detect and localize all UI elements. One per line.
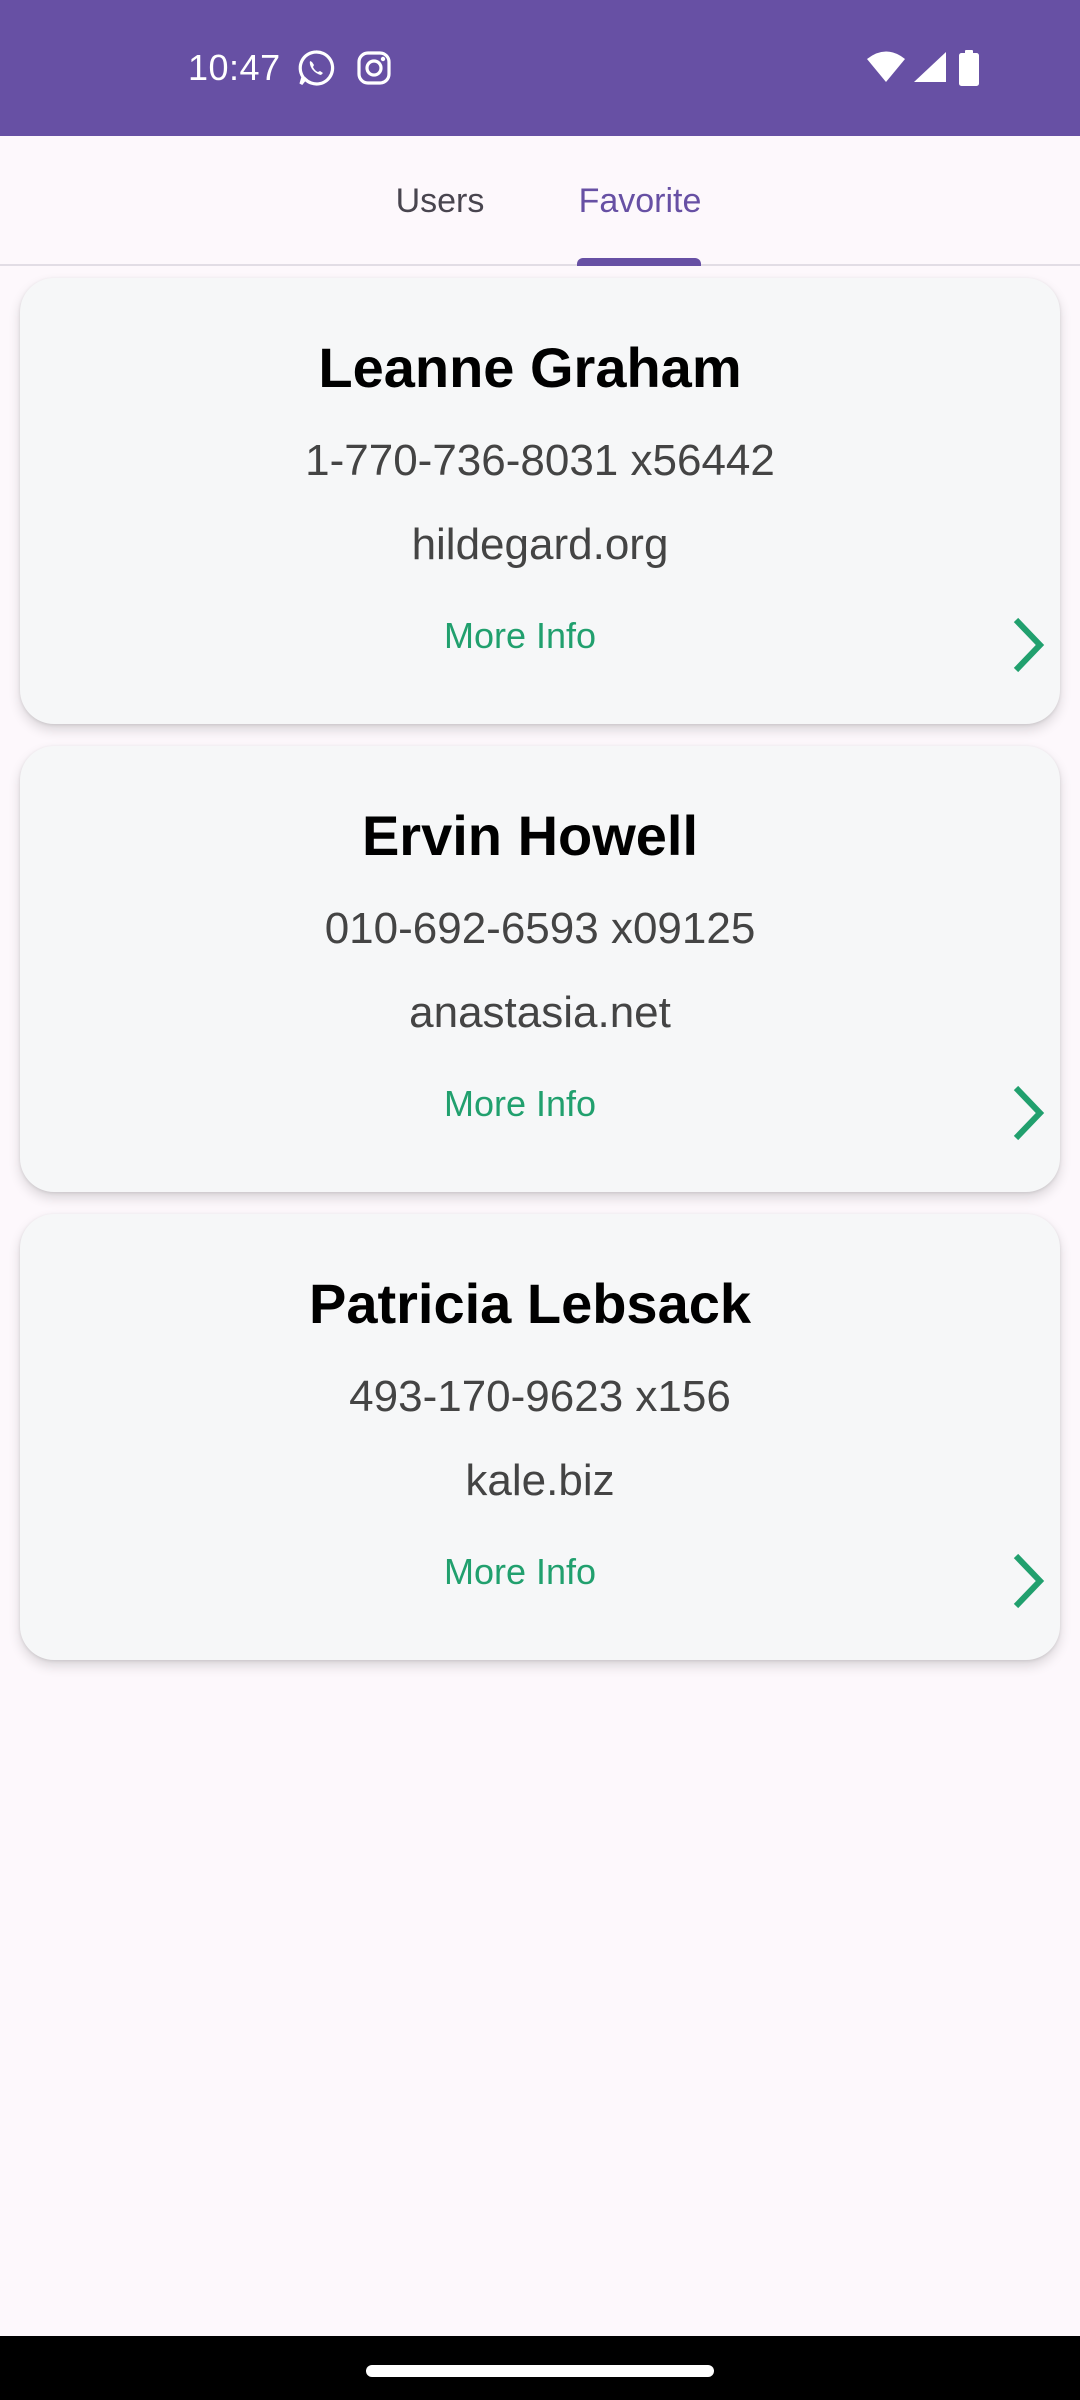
user-name: Ervin Howell — [361, 804, 699, 867]
chevron-right-icon[interactable] — [1002, 1082, 1052, 1144]
user-name: Patricia Lebsack — [308, 1272, 752, 1335]
tab-users[interactable]: Users — [360, 136, 520, 266]
user-card[interactable]: Leanne Graham 1-770-736-8031 x56442 hild… — [20, 278, 1060, 724]
status-time: 10:47 — [188, 47, 281, 88]
user-name: Leanne Graham — [318, 336, 742, 399]
whatsapp-icon — [298, 50, 335, 86]
home-gesture-handle[interactable] — [366, 2365, 714, 2377]
status-bar: 10:47 — [0, 0, 1080, 136]
instagram-icon — [357, 51, 391, 85]
signal-icon — [914, 52, 946, 82]
wifi-icon — [867, 51, 905, 82]
more-info-button[interactable]: More Info — [400, 1082, 640, 1126]
navigation-bar — [0, 2336, 1080, 2400]
user-phone: 493-170-9623 x156 — [349, 1372, 731, 1421]
user-website: hildegard.org — [411, 520, 669, 569]
chevron-right-icon[interactable] — [1002, 614, 1052, 676]
battery-icon — [959, 50, 979, 86]
user-card[interactable]: Ervin Howell 010-692-6593 x09125 anastas… — [20, 746, 1060, 1192]
tab-favorite[interactable]: Favorite — [548, 136, 732, 266]
tab-bar: Users Favorite — [0, 136, 1080, 266]
user-phone: 010-692-6593 x09125 — [324, 904, 756, 953]
chevron-right-icon[interactable] — [1002, 1550, 1052, 1612]
user-website: anastasia.net — [409, 988, 671, 1037]
user-phone: 1-770-736-8031 x56442 — [305, 436, 775, 485]
user-card[interactable]: Patricia Lebsack 493-170-9623 x156 kale.… — [20, 1214, 1060, 1660]
more-info-button[interactable]: More Info — [400, 614, 640, 658]
more-info-button[interactable]: More Info — [400, 1550, 640, 1594]
user-website: kale.biz — [465, 1456, 615, 1505]
tab-selected-indicator — [577, 258, 701, 266]
